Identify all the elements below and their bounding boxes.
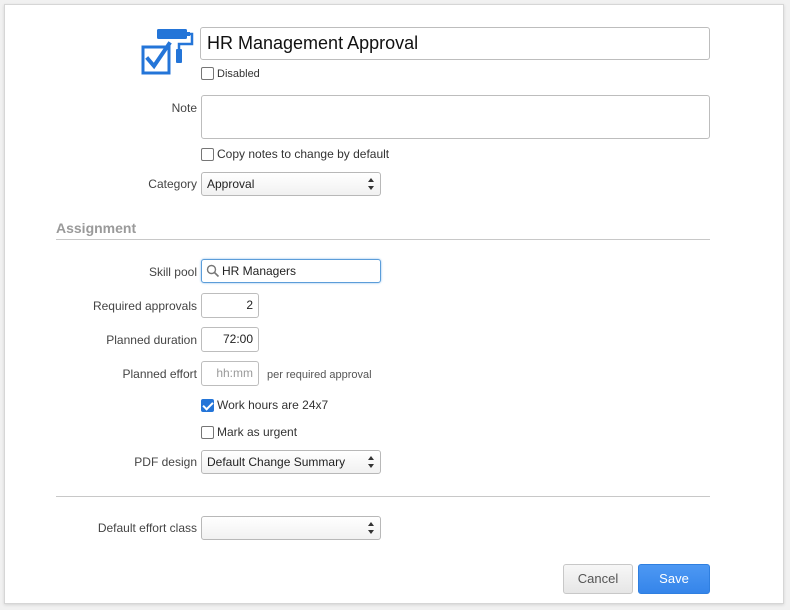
save-button[interactable]: Save [638,564,710,594]
planned-duration-label: Planned duration [106,333,197,347]
save-button-label: Save [659,571,689,586]
category-value: Approval [207,177,255,191]
required-approvals-value: 2 [246,298,253,312]
copy-notes-checkbox[interactable] [201,148,214,161]
cancel-button-label: Cancel [577,571,619,586]
effort-class-label: Default effort class [97,521,197,535]
section-divider [56,239,710,240]
required-approvals-label: Required approvals [92,299,197,313]
pdf-design-select[interactable]: Default Change Summary [201,450,381,474]
search-icon [206,264,220,278]
planned-effort-label: Planned effort [122,367,197,381]
skill-pool-value: HR Managers [222,264,297,278]
select-arrows-icon [368,456,375,468]
cancel-button[interactable]: Cancel [563,564,633,594]
planned-effort-placeholder: hh:mm [216,366,253,380]
bottom-divider [56,496,710,497]
pdf-design-label: PDF design [134,455,197,469]
paint-roller-checkbox-icon [139,27,195,81]
work-hours-label: Work hours are 24x7 [217,398,329,412]
skill-pool-input[interactable]: HR Managers [201,259,381,283]
planned-effort-input[interactable]: hh:mm [201,361,259,386]
note-label: Note [171,101,197,115]
planned-effort-suffix: per required approval [267,369,372,381]
select-arrows-icon [368,522,375,534]
disabled-label: Disabled [217,68,260,80]
assignment-heading: Assignment [56,220,137,236]
planned-duration-value: 72:00 [222,332,253,346]
category-label: Category [148,177,197,191]
note-textarea[interactable] [201,95,710,139]
disabled-checkbox[interactable] [201,67,214,80]
template-name-input[interactable]: HR Management Approval [200,27,710,60]
template-name-value: HR Management Approval [207,33,419,53]
dialog-panel: HR Management Approval Disabled Note Cop… [4,4,784,604]
urgent-checkbox[interactable] [201,426,214,439]
skill-pool-label: Skill pool [148,265,197,279]
required-approvals-input[interactable]: 2 [201,293,259,318]
urgent-label: Mark as urgent [217,425,298,439]
effort-class-select[interactable] [201,516,381,540]
work-hours-checkbox[interactable] [201,399,214,412]
select-arrows-icon [368,178,375,190]
category-select[interactable]: Approval [201,172,381,196]
pdf-design-value: Default Change Summary [207,455,346,469]
copy-notes-label: Copy notes to change by default [217,147,390,161]
planned-duration-input[interactable]: 72:00 [201,327,259,352]
